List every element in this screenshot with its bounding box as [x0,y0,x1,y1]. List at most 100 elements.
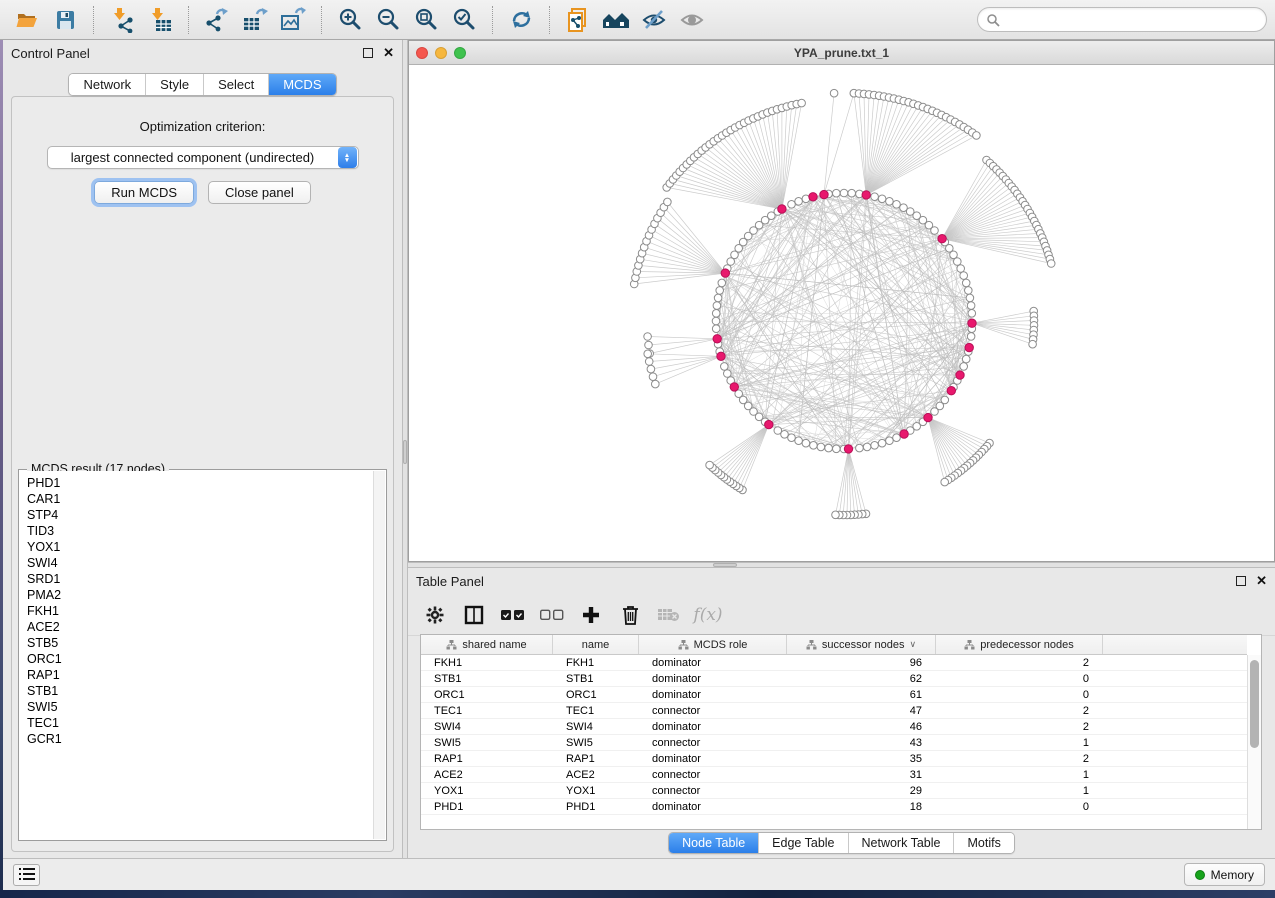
mcds-node[interactable] [968,319,976,327]
table-options-button[interactable] [422,602,448,628]
cell-shared-name[interactable]: TEC1 [421,703,553,718]
mcds-result-item[interactable]: PHD1 [20,475,373,491]
network-node[interactable] [652,380,660,388]
cell-predecessor-nodes[interactable]: 1 [936,783,1103,798]
network-node[interactable] [810,442,818,450]
cell-shared-name[interactable]: STB1 [421,671,553,686]
table-row[interactable]: SWI5SWI5connector431 [421,735,1247,751]
cell-MCDS-role[interactable]: dominator [639,719,787,734]
cell-successor-nodes[interactable]: 62 [787,671,936,686]
mcds-result-item[interactable]: ACE2 [20,619,373,635]
column-header-successor-nodes[interactable]: successor nodes∨ [787,635,936,654]
mcds-result-item[interactable]: STB5 [20,635,373,651]
mcds-result-item[interactable]: TEC1 [20,715,373,731]
network-node[interactable] [825,444,833,452]
cell-successor-nodes[interactable]: 96 [787,655,936,670]
column-header-name[interactable]: name [553,635,639,654]
network-node[interactable] [713,302,721,310]
network-node[interactable] [712,325,720,333]
network-node[interactable] [960,363,968,371]
cell-name[interactable]: SWI4 [553,719,639,734]
cell-name[interactable]: ORC1 [553,687,639,702]
mcds-node[interactable] [924,413,932,421]
cell-MCDS-role[interactable]: dominator [639,655,787,670]
table-row[interactable]: ACE2ACE2connector311 [421,767,1247,783]
network-node[interactable] [967,333,975,341]
cell-successor-nodes[interactable]: 46 [787,719,936,734]
network-node[interactable] [893,434,901,442]
cell-shared-name[interactable]: ACE2 [421,767,553,782]
mcds-result-item[interactable]: SRD1 [20,571,373,587]
column-header-predecessor-nodes[interactable]: predecessor nodes [936,635,1103,654]
mcds-result-item[interactable]: FKH1 [20,603,373,619]
network-node[interactable] [840,189,848,197]
cell-MCDS-role[interactable]: connector [639,703,787,718]
float-window-icon[interactable] [1236,576,1246,586]
zoom-in-button[interactable] [336,6,364,34]
network-node[interactable] [863,443,871,451]
mcds-node[interactable] [938,235,946,243]
cell-shared-name[interactable]: ORC1 [421,687,553,702]
network-canvas[interactable] [409,65,1274,561]
network-node[interactable] [973,132,981,140]
network-node[interactable] [957,265,965,273]
cell-name[interactable]: STB1 [553,671,639,686]
mcds-result-item[interactable]: PMA2 [20,587,373,603]
network-node[interactable] [967,302,975,310]
network-node[interactable] [962,279,970,287]
column-header-shared-name[interactable]: shared name [421,635,553,654]
network-node[interactable] [774,427,782,435]
network-node[interactable] [802,439,810,447]
network-node[interactable] [712,310,720,318]
cell-MCDS-role[interactable]: dominator [639,799,787,814]
open-button[interactable] [13,6,41,34]
cell-predecessor-nodes[interactable]: 0 [936,799,1103,814]
cell-MCDS-role[interactable]: connector [639,735,787,750]
cell-MCDS-role[interactable]: dominator [639,751,787,766]
network-node[interactable] [798,99,806,107]
search-box[interactable] [977,7,1267,32]
network-graph[interactable] [409,65,1274,561]
network-node[interactable] [647,365,655,373]
mcds-node[interactable] [947,387,955,395]
network-node[interactable] [848,189,856,197]
hide-selected-button[interactable] [640,6,668,34]
export-table-button[interactable] [241,6,269,34]
network-node[interactable] [664,198,672,206]
mcds-node[interactable] [713,335,721,343]
mcds-result-item[interactable]: SWI5 [20,699,373,715]
network-node[interactable] [644,350,652,358]
criterion-select[interactable]: largest connected component (undirected)… [47,146,359,169]
cell-shared-name[interactable]: RAP1 [421,751,553,766]
cell-MCDS-role[interactable]: dominator [639,671,787,686]
cell-name[interactable]: RAP1 [553,751,639,766]
network-node[interactable] [893,201,901,209]
table-row[interactable]: STB1STB1dominator620 [421,671,1247,687]
cell-predecessor-nodes[interactable]: 0 [936,671,1103,686]
network-node[interactable] [832,511,840,519]
tab-style[interactable]: Style [145,74,203,95]
float-window-icon[interactable] [363,48,373,58]
mcds-node[interactable] [717,352,725,360]
network-node[interactable] [721,363,729,371]
search-input[interactable] [1000,13,1258,27]
mcds-node[interactable] [765,420,773,428]
mcds-result-item[interactable]: YOX1 [20,539,373,555]
mcds-result-item[interactable]: RAP1 [20,667,373,683]
cell-MCDS-role[interactable]: connector [639,783,787,798]
cell-predecessor-nodes[interactable]: 0 [936,687,1103,702]
network-node[interactable] [833,445,841,453]
cell-name[interactable]: YOX1 [553,783,639,798]
network-node[interactable] [716,287,724,295]
sort-chevron-icon[interactable]: ∨ [909,639,916,650]
mcds-result-item[interactable]: ORC1 [20,651,373,667]
tab-network-table[interactable]: Network Table [848,833,954,853]
cell-successor-nodes[interactable]: 47 [787,703,936,718]
close-panel-icon[interactable]: ✕ [383,48,394,58]
tab-select[interactable]: Select [203,74,268,95]
mcds-node[interactable] [778,205,786,213]
network-node[interactable] [718,279,726,287]
network-node[interactable] [871,193,879,201]
network-node[interactable] [795,437,803,445]
network-node[interactable] [1047,260,1055,268]
